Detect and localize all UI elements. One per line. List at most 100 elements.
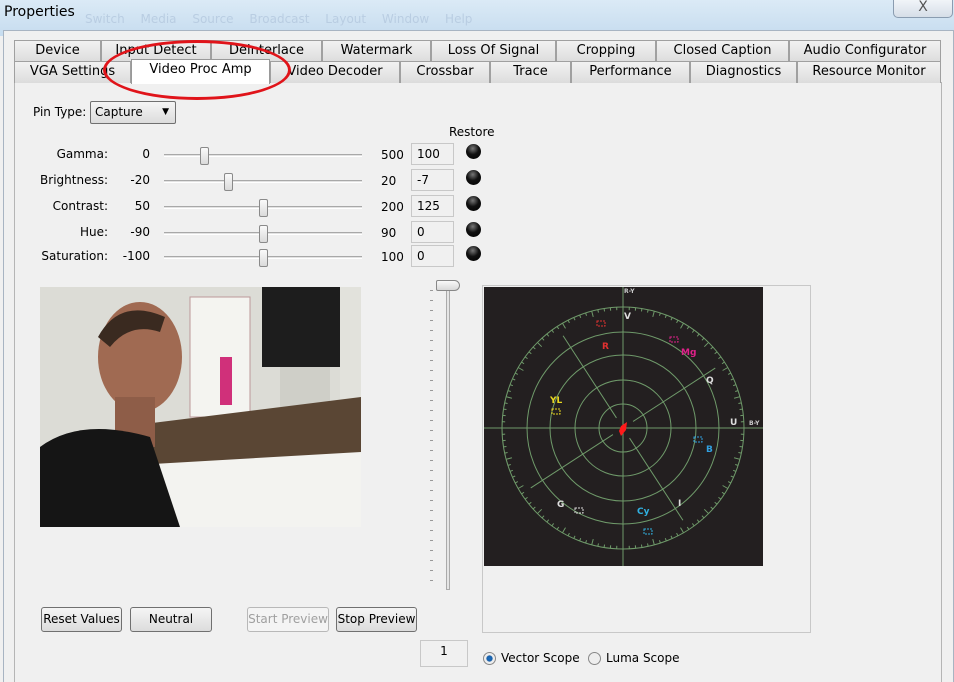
- close-button[interactable]: X: [893, 0, 953, 18]
- scope-gain-field[interactable]: 1: [420, 640, 468, 667]
- gamma-min: 0: [142, 147, 150, 161]
- tick-mark: [430, 460, 433, 461]
- luma-scope-label[interactable]: Luma Scope: [606, 651, 680, 665]
- contrast-min: 50: [134, 199, 150, 213]
- vector-scope: R-Y B-Y V U Q I R Mg YL G Cy B: [484, 287, 763, 566]
- brightness-label: Brightness:: [40, 173, 108, 187]
- tick-mark: [430, 400, 433, 401]
- scope-label-cy: Cy: [637, 507, 650, 517]
- tick-mark: [430, 350, 433, 351]
- gamma-slider-track[interactable]: [164, 154, 362, 157]
- tab-audio-configurator[interactable]: Audio Configurator: [789, 40, 941, 62]
- hue-max: 90: [381, 226, 397, 240]
- tick-mark: [430, 530, 433, 531]
- scope-graduation: [504, 452, 508, 454]
- brightness-restore-button[interactable]: [466, 170, 481, 185]
- tab-performance[interactable]: Performance: [571, 61, 690, 83]
- tick-mark: [430, 310, 433, 311]
- tab-video-decoder[interactable]: Video Decoder: [270, 61, 400, 83]
- gamma-label: Gamma:: [56, 147, 108, 161]
- tick-mark: [430, 420, 433, 421]
- tick-mark: [430, 300, 433, 301]
- scope-label-ry: R-Y: [624, 288, 635, 295]
- hue-min: -90: [130, 225, 150, 239]
- tick-mark: [430, 450, 433, 451]
- tab-closed-caption[interactable]: Closed Caption: [656, 40, 789, 62]
- start-preview-button[interactable]: Start Preview: [247, 607, 329, 632]
- vector-scope-label[interactable]: Vector Scope: [501, 651, 580, 665]
- tick-mark: [430, 370, 433, 371]
- scope-label-by: B-Y: [749, 420, 760, 427]
- gamma-value-field[interactable]: 100: [411, 143, 454, 165]
- hue-slider-thumb[interactable]: [259, 225, 268, 243]
- tab-video-proc-amp[interactable]: Video Proc Amp: [131, 59, 270, 84]
- tick-mark: [430, 520, 433, 521]
- tick-mark: [430, 440, 433, 441]
- tick-mark: [430, 380, 433, 381]
- gamma-restore-button[interactable]: [466, 144, 481, 159]
- contrast-label: Contrast:: [52, 199, 108, 213]
- vector-scope-radio[interactable]: [483, 652, 496, 665]
- scope-graduation: [647, 309, 649, 313]
- tick-mark: [430, 390, 433, 391]
- stop-preview-button[interactable]: Stop Preview: [336, 607, 417, 632]
- tick-mark: [430, 430, 433, 431]
- tab-trace[interactable]: Trace: [490, 61, 571, 83]
- neutral-button[interactable]: Neutral: [130, 607, 212, 632]
- brightness-value-field[interactable]: -7: [411, 169, 454, 191]
- tab-device[interactable]: Device: [14, 40, 101, 62]
- tick-mark: [430, 360, 433, 361]
- saturation-max: 100: [381, 250, 404, 264]
- scope-label-q: Q: [706, 376, 714, 386]
- scope-label-i: I: [678, 499, 681, 509]
- saturation-slider-thumb[interactable]: [259, 249, 268, 267]
- contrast-slider-thumb[interactable]: [259, 199, 268, 217]
- saturation-restore-button[interactable]: [466, 246, 481, 261]
- contrast-value-field[interactable]: 125: [411, 195, 454, 217]
- scope-label-mg: Mg: [681, 348, 696, 358]
- tick-mark: [430, 490, 433, 491]
- tab-vga-settings[interactable]: VGA Settings: [14, 61, 131, 83]
- scope-zoom-slider-track[interactable]: [446, 285, 450, 590]
- tick-mark: [430, 560, 433, 561]
- tab-diagnostics[interactable]: Diagnostics: [690, 61, 797, 83]
- pin-type-value: Capture: [95, 105, 143, 119]
- brightness-slider-thumb[interactable]: [224, 173, 234, 191]
- tab-cropping[interactable]: Cropping: [556, 40, 656, 62]
- scope-graduation: [738, 402, 742, 404]
- reset-values-button[interactable]: Reset Values: [41, 607, 122, 632]
- scope-label-yl: YL: [549, 396, 563, 406]
- chevron-down-icon: ▼: [162, 107, 169, 117]
- tick-mark: [430, 340, 433, 341]
- hue-restore-button[interactable]: [466, 222, 481, 237]
- scope-zoom-slider-thumb[interactable]: [436, 280, 460, 291]
- tick-mark: [430, 550, 433, 551]
- saturation-label: Saturation:: [41, 249, 108, 263]
- tab-loss-of-signal[interactable]: Loss Of Signal: [431, 40, 556, 62]
- window-title: Properties: [4, 4, 75, 20]
- brightness-max: 20: [381, 174, 397, 188]
- tick-mark: [430, 290, 433, 291]
- gamma-max: 500: [381, 148, 404, 162]
- background-menu-ghost: Switch Media Source Broadcast Layout Win…: [85, 12, 473, 26]
- scope-label-v: V: [624, 312, 631, 322]
- gamma-slider-thumb[interactable]: [199, 147, 209, 165]
- brightness-slider-track[interactable]: [164, 180, 362, 183]
- hue-value-field[interactable]: 0: [411, 221, 454, 243]
- tab-resource-monitor[interactable]: Resource Monitor: [797, 61, 941, 83]
- tab-watermark[interactable]: Watermark: [322, 40, 431, 62]
- contrast-restore-button[interactable]: [466, 196, 481, 211]
- scope-label-b: B: [706, 445, 713, 455]
- tick-mark: [430, 510, 433, 511]
- tick-mark: [430, 480, 433, 481]
- saturation-value-field[interactable]: 0: [411, 245, 454, 267]
- luma-scope-radio[interactable]: [588, 652, 601, 665]
- tick-mark: [430, 320, 433, 321]
- tick-mark: [430, 540, 433, 541]
- tab-crossbar[interactable]: Crossbar: [400, 61, 490, 83]
- scope-label-r: R: [602, 342, 609, 352]
- scope-graduation: [597, 309, 599, 313]
- hue-label: Hue:: [79, 225, 108, 239]
- pin-type-select[interactable]: Capture ▼: [90, 101, 176, 124]
- tick-mark: [430, 410, 433, 411]
